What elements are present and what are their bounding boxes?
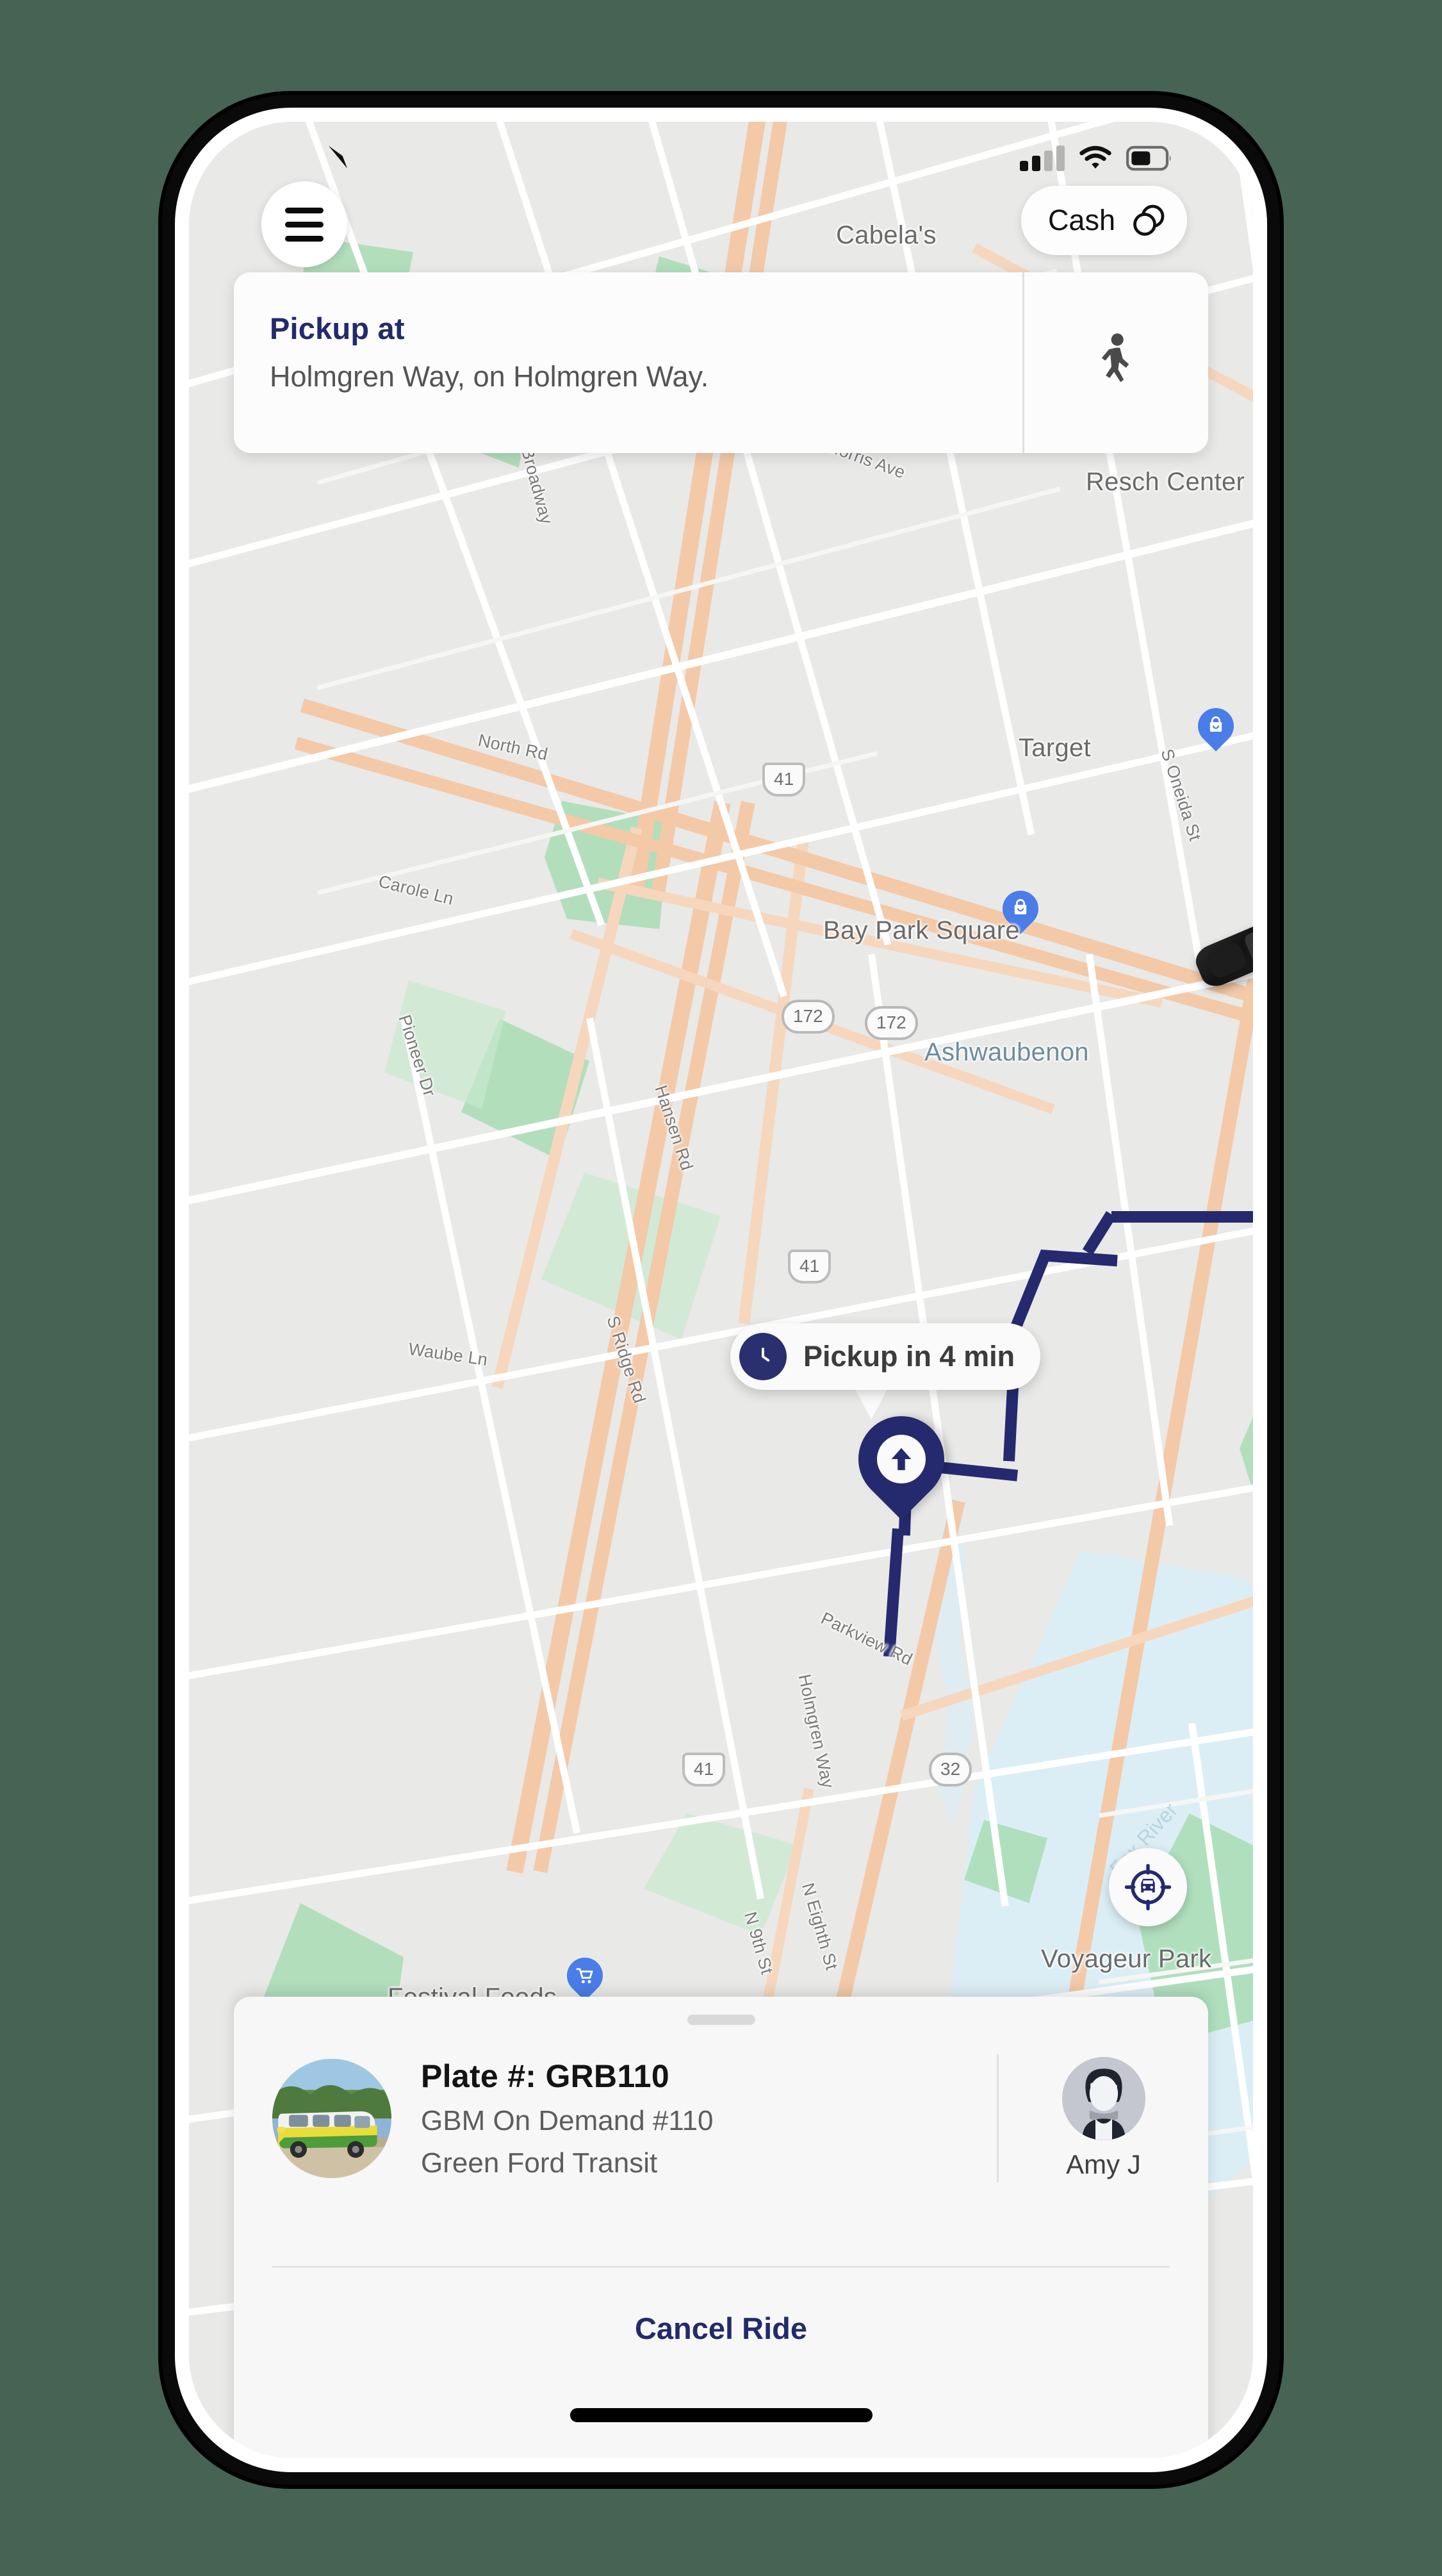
clock-icon	[739, 1333, 787, 1380]
poi-label[interactable]: Voyageur Park	[1041, 1945, 1211, 1974]
home-indicator	[569, 2408, 873, 2422]
driver-avatar	[1061, 2057, 1145, 2140]
eta-text: Pickup in 4 min	[803, 1340, 1015, 1373]
highway-shield: 172	[782, 1000, 835, 1034]
street-label: Holmgren Way	[794, 1672, 838, 1790]
coins-icon	[1133, 204, 1165, 236]
sheet-drag-handle[interactable]	[687, 2015, 755, 2025]
plate-number: Plate #: GRB110	[421, 2058, 670, 2094]
poi-label[interactable]: Target	[1019, 734, 1091, 763]
highway-shield: 32	[929, 1753, 972, 1787]
locate-vehicle-icon	[1124, 1863, 1172, 1911]
highway-shield: 41	[762, 763, 806, 797]
payment-method-button[interactable]: Cash	[1020, 186, 1187, 255]
highway-shield: 41	[682, 1753, 726, 1787]
walking-directions-button[interactable]	[1022, 272, 1208, 453]
shopping-bag-glyph	[1209, 716, 1222, 732]
status-icons	[1020, 145, 1172, 172]
clock-glyph	[750, 1343, 776, 1370]
battery-icon	[1126, 145, 1171, 171]
green-area	[1252, 2224, 1253, 2339]
locate-vehicle-button[interactable]	[1109, 1848, 1187, 1926]
wifi-icon	[1079, 145, 1111, 169]
vehicle-description: Green Ford Transit	[421, 2147, 658, 2179]
green-area	[1240, 1314, 1253, 1583]
pickup-pin-inner	[877, 1435, 926, 1483]
hamburger-menu-button[interactable]	[261, 181, 347, 267]
poi-label[interactable]: Cabela's	[836, 221, 937, 250]
city-label: Ashwaubenon	[924, 1038, 1089, 1066]
street-label: S Oneida St	[1157, 747, 1206, 843]
cancel-ride-button[interactable]: Cancel Ride	[234, 2272, 1208, 2384]
sheet-divider	[272, 2266, 1170, 2268]
shopping-cart-pin-icon[interactable]	[559, 1950, 610, 2001]
walking-person-icon	[1101, 333, 1129, 383]
route-segment	[1010, 1250, 1052, 1332]
cellular-signal-icon	[1020, 145, 1065, 171]
street-label: Parkview Rd	[817, 1608, 916, 1669]
highway-shield: 41	[788, 1250, 832, 1284]
arrow-up-icon	[891, 1448, 912, 1471]
street-label: Carole Ln	[376, 871, 456, 909]
route-segment	[1082, 1211, 1117, 1255]
green-area	[644, 1813, 798, 1935]
phone-bezel: Lombardi AveMarlee LnMorris AveS Broadwa…	[175, 108, 1267, 2472]
street-label: N 9th St	[741, 1910, 777, 1977]
ride-details-sheet[interactable]: Plate #: GRB110 GBM On Demand #110 Green…	[234, 1997, 1208, 2458]
route-segment	[1111, 1211, 1253, 1223]
pickup-card-text: Pickup at Holmgren Way, on Holmgren Way.	[234, 272, 1022, 453]
service-line: GBM On Demand #110	[421, 2105, 714, 2136]
highway-shield: 172	[865, 1006, 918, 1040]
location-arrow-icon	[328, 145, 348, 169]
driver-block[interactable]: Amy J	[997, 2054, 1208, 2183]
pickup-card[interactable]: Pickup at Holmgren Way, on Holmgren Way.	[234, 272, 1208, 453]
shopping-cart-glyph	[576, 1968, 593, 1984]
vehicle-photo[interactable]	[272, 2059, 391, 2178]
poi-label[interactable]: Bay Park Square	[823, 916, 1020, 945]
pickup-address: Holmgren Way, on Holmgren Way.	[270, 360, 709, 393]
driver-name: Amy J	[1066, 2149, 1141, 2179]
hamburger-menu-icon	[285, 235, 324, 242]
poi-label[interactable]: Resch Center	[1086, 468, 1245, 497]
hamburger-menu-icon	[285, 207, 324, 213]
vehicle-info: Plate #: GRB110 GBM On Demand #110 Green…	[421, 2058, 997, 2179]
eta-bubble: Pickup in 4 min	[730, 1323, 1041, 1390]
phone-frame: Lombardi AveMarlee LnMorris AveS Broadwa…	[162, 95, 1280, 2485]
avatar-image	[1061, 2057, 1145, 2140]
vehicle-photo-image	[272, 2059, 391, 2178]
pickup-title: Pickup at	[270, 311, 405, 345]
hamburger-menu-icon	[285, 221, 324, 227]
street-label: N Eighth St	[798, 1881, 842, 1972]
app-screen: Lombardi AveMarlee LnMorris AveS Broadwa…	[189, 122, 1253, 2458]
payment-method-label: Cash	[1047, 204, 1115, 236]
